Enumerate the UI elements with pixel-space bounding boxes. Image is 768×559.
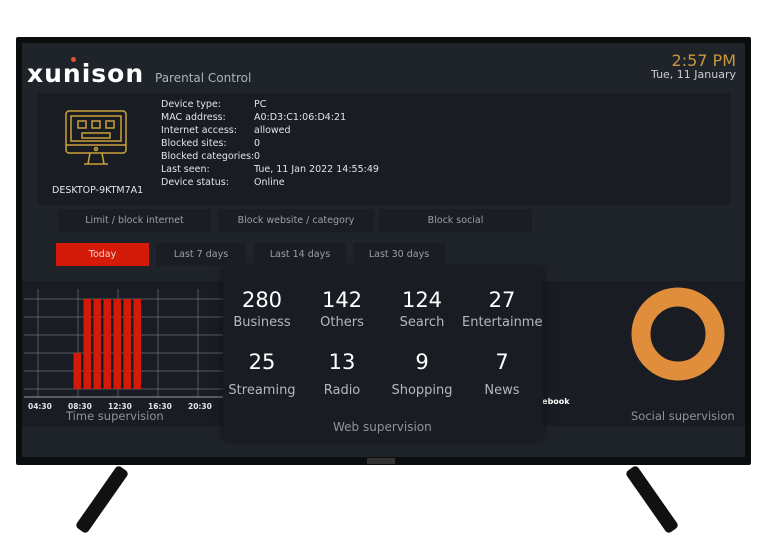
field-value: PC: [254, 99, 267, 110]
field-value: allowed: [254, 125, 291, 136]
category-name: Search: [399, 315, 445, 330]
donut-slice-facebook: [631, 287, 725, 381]
action-button[interactable]: Block social: [379, 209, 532, 232]
monitor-icon: [65, 110, 127, 165]
category-count: 13: [328, 350, 356, 374]
action-button[interactable]: Block website / category: [218, 209, 374, 232]
tv-sensor: [367, 458, 395, 464]
time-supervision-chart: [24, 289, 224, 398]
field-value: Tue, 11 Jan 2022 14:55:49: [254, 164, 379, 175]
tv-stand-right: [624, 464, 680, 535]
screen: xunison Parental Control 2:57 PM Tue, 11…: [22, 43, 745, 457]
category-count: 280: [241, 288, 283, 312]
x-tick-label: 04:30: [28, 402, 52, 411]
time-bar: [83, 299, 91, 389]
time-bar: [113, 299, 121, 389]
category-count: 25: [248, 350, 276, 374]
category-count: 9: [415, 350, 429, 374]
social-donut-chart: [631, 287, 725, 381]
category-count: 27: [488, 288, 516, 312]
app-subtitle: Parental Control: [155, 71, 252, 85]
web-supervision-panel: 280 Business 142 Others 124 Search 27 Entertain…: [223, 268, 543, 440]
field-label: Blocked categories:: [161, 151, 255, 162]
category-count: 124: [401, 288, 443, 312]
category-name: Others: [320, 315, 364, 330]
field-label: Device type:: [161, 99, 221, 110]
field-value: Online: [254, 177, 285, 188]
x-tick-label: 08:30: [68, 402, 92, 411]
time-supervision-caption: Time supervision: [66, 409, 164, 423]
field-value: 0: [254, 138, 261, 149]
category-count: 7: [495, 350, 509, 374]
category-name: Radio: [323, 383, 361, 398]
time-bar: [93, 299, 101, 389]
field-label: Blocked sites:: [161, 138, 227, 149]
brand-logo: xunison: [27, 57, 145, 88]
device-info-panel: DESKTOP-9KTM7A1 Device type: PC MAC addres…: [38, 93, 730, 205]
time-bar: [73, 353, 81, 389]
field-label: Internet access:: [161, 125, 237, 136]
web-supervision-caption: Web supervision: [333, 420, 432, 434]
category-name: Shopping: [391, 383, 453, 398]
category-name: News: [484, 383, 520, 398]
time-bar: [123, 299, 131, 389]
social-supervision-caption: Social supervision: [631, 409, 735, 423]
period-tab[interactable]: Today: [56, 243, 149, 266]
field-value: 0: [254, 151, 261, 162]
category-count: 142: [321, 288, 363, 312]
category-name: Entertainment: [462, 315, 542, 330]
x-tick-label: 20:30: [188, 402, 212, 411]
category-name: Streaming: [228, 383, 296, 398]
period-tab[interactable]: Last 14 days: [254, 243, 346, 266]
x-tick-label: 12:30: [108, 402, 132, 411]
device-name: DESKTOP-9KTM7A1: [52, 185, 144, 196]
clock-date: Tue, 11 January: [651, 68, 736, 81]
period-tab[interactable]: Last 7 days: [156, 243, 246, 266]
category-name: Business: [233, 315, 291, 330]
action-button[interactable]: Limit / block internet: [58, 209, 211, 232]
time-bar: [103, 299, 111, 389]
period-tab[interactable]: Last 30 days: [353, 243, 445, 266]
field-label: Device status:: [161, 177, 229, 188]
x-tick-label: 16:30: [148, 402, 172, 411]
time-bar: [133, 299, 141, 389]
tv-stand-left: [74, 464, 130, 535]
field-label: MAC address:: [161, 112, 226, 123]
field-label: Last seen:: [161, 164, 210, 175]
field-value: A0:D3:C1:06:D4:21: [254, 112, 347, 123]
